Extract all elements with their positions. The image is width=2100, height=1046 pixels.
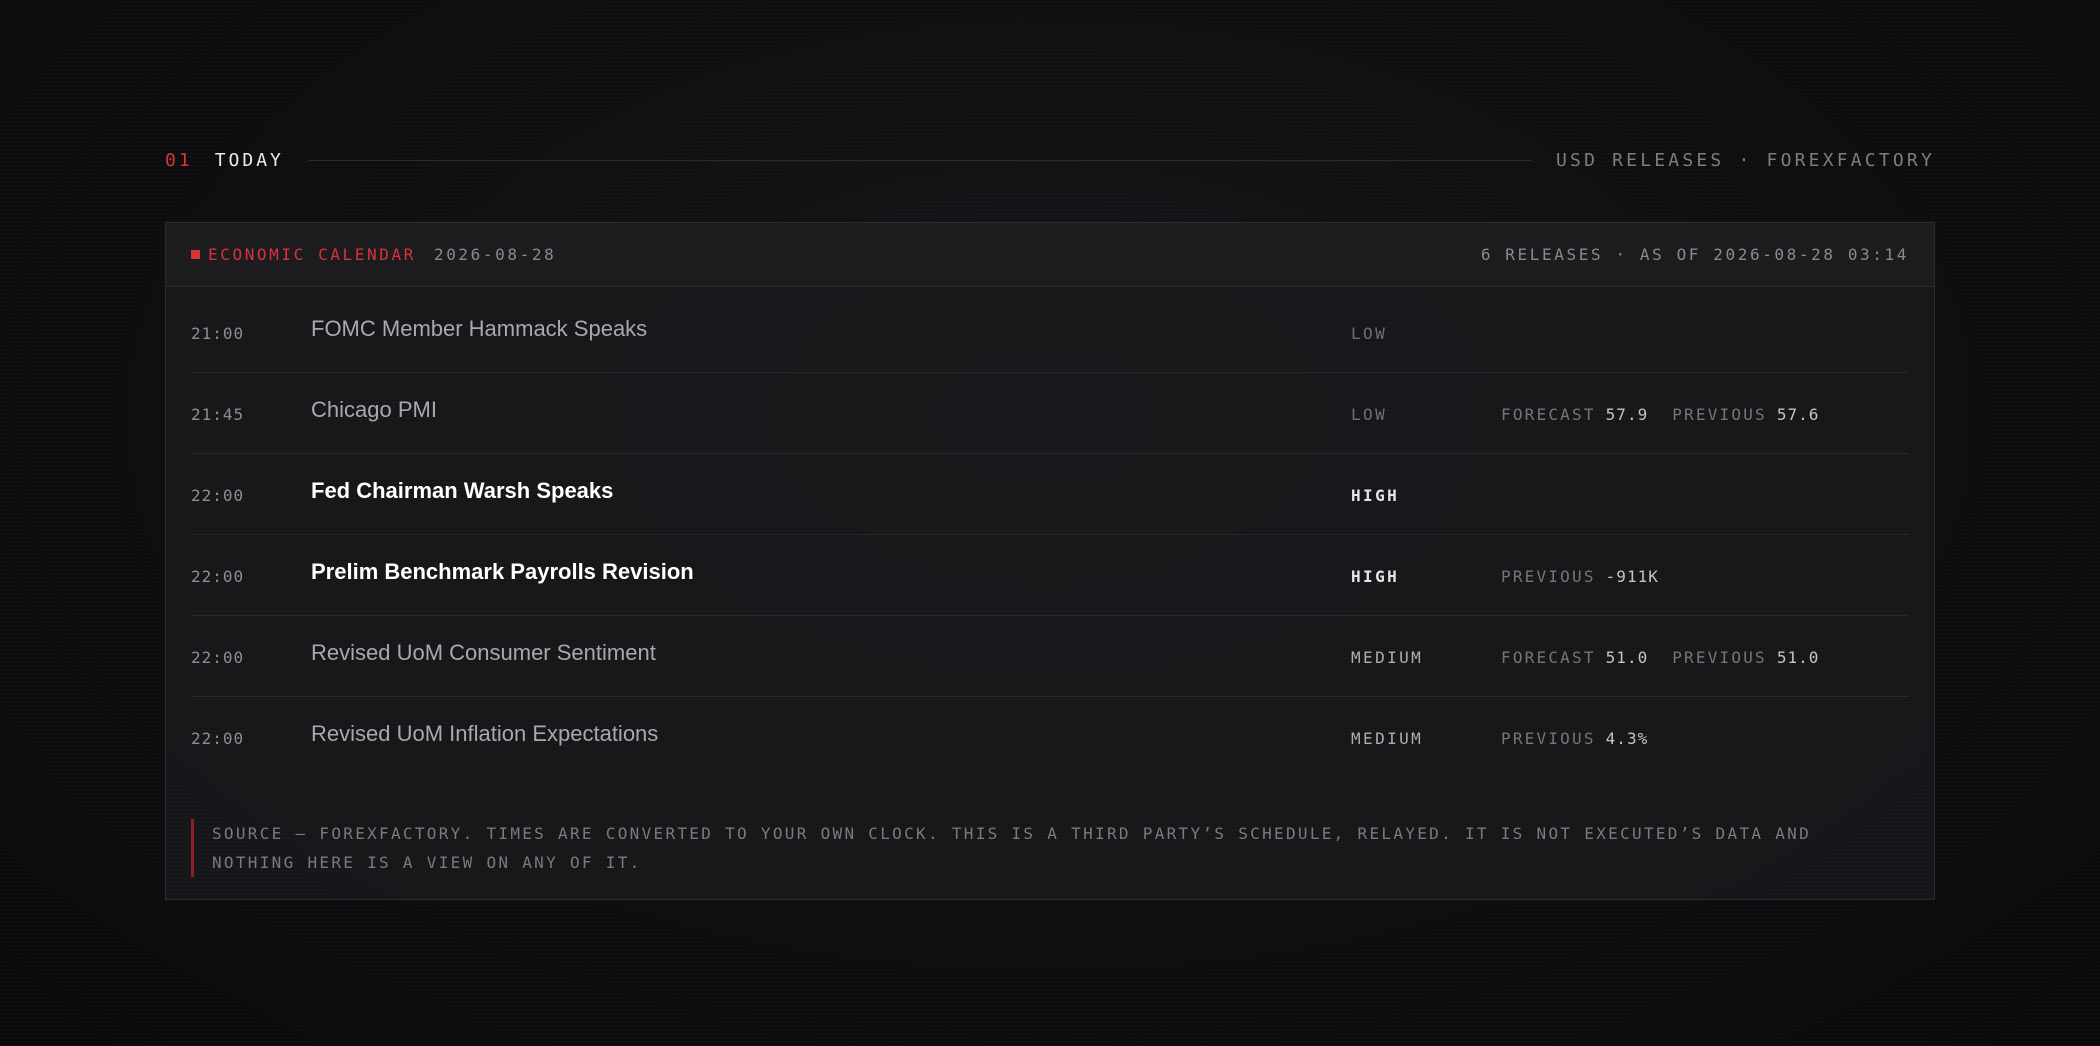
figure-value: 4.3% — [1605, 729, 1649, 748]
event-figures: PREVIOUS -911K — [1501, 567, 1683, 586]
figure-label: PREVIOUS — [1501, 567, 1596, 586]
event-name: FOMC Member Hammack Speaks — [311, 316, 648, 341]
impact-badge: HIGH — [1351, 567, 1400, 586]
event-row: 22:00 Revised UoM Inflation Expectations M… — [191, 697, 1909, 777]
figure-value: 51.0 — [1605, 648, 1649, 667]
figure-value: 57.9 — [1605, 405, 1649, 424]
figure-label: PREVIOUS — [1672, 405, 1767, 424]
event-time: 21:00 — [191, 324, 245, 343]
event-figures: PREVIOUS 4.3% — [1501, 729, 1672, 748]
source-footnote: SOURCE — FOREXFACTORY. TIMES ARE CONVERT… — [191, 819, 1912, 877]
event-list: 21:00 FOMC Member Hammack Speaks LOW 21:45 C… — [191, 292, 1909, 777]
figure-value: 51.0 — [1776, 648, 1820, 667]
impact-badge: LOW — [1351, 405, 1388, 424]
event-row: 22:00 Prelim Benchmark Payrolls Revision H… — [191, 535, 1909, 616]
figure-value: 57.6 — [1776, 405, 1820, 424]
figure-label: FORECAST — [1501, 648, 1596, 667]
red-square-icon — [191, 250, 200, 259]
panel-title-group: ECONOMIC CALENDAR 2026-08-28 — [191, 245, 556, 264]
event-name: Revised UoM Consumer Sentiment — [311, 640, 656, 665]
event-name: Prelim Benchmark Payrolls Revision — [311, 559, 694, 584]
event-figures: FORECAST 57.9 PREVIOUS 57.6 — [1501, 405, 1843, 424]
figure-label: FORECAST — [1501, 405, 1596, 424]
calendar-panel: ECONOMIC CALENDAR 2026-08-28 6 RELEASES … — [165, 222, 1935, 900]
event-row: 22:00 Revised UoM Consumer Sentiment MEDIU… — [191, 616, 1909, 697]
section-source-label: USD RELEASES · FOREXFACTORY — [1556, 149, 1935, 171]
event-name: Chicago PMI — [311, 397, 437, 422]
event-name: Revised UoM Inflation Expectations — [311, 721, 659, 746]
event-time: 22:00 — [191, 486, 245, 505]
impact-badge: MEDIUM — [1351, 648, 1424, 667]
impact-badge: LOW — [1351, 324, 1388, 343]
figure-label: PREVIOUS — [1672, 648, 1767, 667]
event-name: Fed Chairman Warsh Speaks — [311, 478, 614, 503]
impact-badge: MEDIUM — [1351, 729, 1424, 748]
impact-badge: HIGH — [1351, 486, 1400, 505]
section-title: TODAY — [214, 149, 284, 171]
event-time: 22:00 — [191, 648, 245, 667]
event-row: 21:00 FOMC Member Hammack Speaks LOW — [191, 292, 1909, 373]
figure-value: -911K — [1605, 567, 1659, 586]
panel-header: ECONOMIC CALENDAR 2026-08-28 6 RELEASES … — [166, 223, 1934, 287]
figure-label: PREVIOUS — [1501, 729, 1596, 748]
footnote-line-2: NOTHING HERE IS A VIEW ON ANY OF IT. — [212, 853, 642, 872]
event-time: 22:00 — [191, 567, 245, 586]
release-summary: 6 RELEASES · AS OF 2026-08-28 03:14 — [1480, 245, 1909, 264]
section-divider — [307, 159, 1532, 161]
event-row: 22:00 Fed Chairman Warsh Speaks HIGH — [191, 454, 1909, 535]
section-header: 01 TODAY USD RELEASES · FOREXFACTORY — [165, 146, 1935, 174]
footnote-line-1: SOURCE — FOREXFACTORY. TIMES ARE CONVERT… — [212, 824, 1811, 843]
panel-title: ECONOMIC CALENDAR — [208, 245, 416, 264]
panel-date: 2026-08-28 — [433, 245, 557, 264]
event-row: 21:45 Chicago PMI LOW FORECAST 57.9 PREVIOUS 5… — [191, 373, 1909, 454]
section-number: 01 — [165, 149, 193, 171]
event-figures: FORECAST 51.0 PREVIOUS 51.0 — [1501, 648, 1843, 667]
event-time: 21:45 — [191, 405, 245, 424]
event-time: 22:00 — [191, 729, 245, 748]
